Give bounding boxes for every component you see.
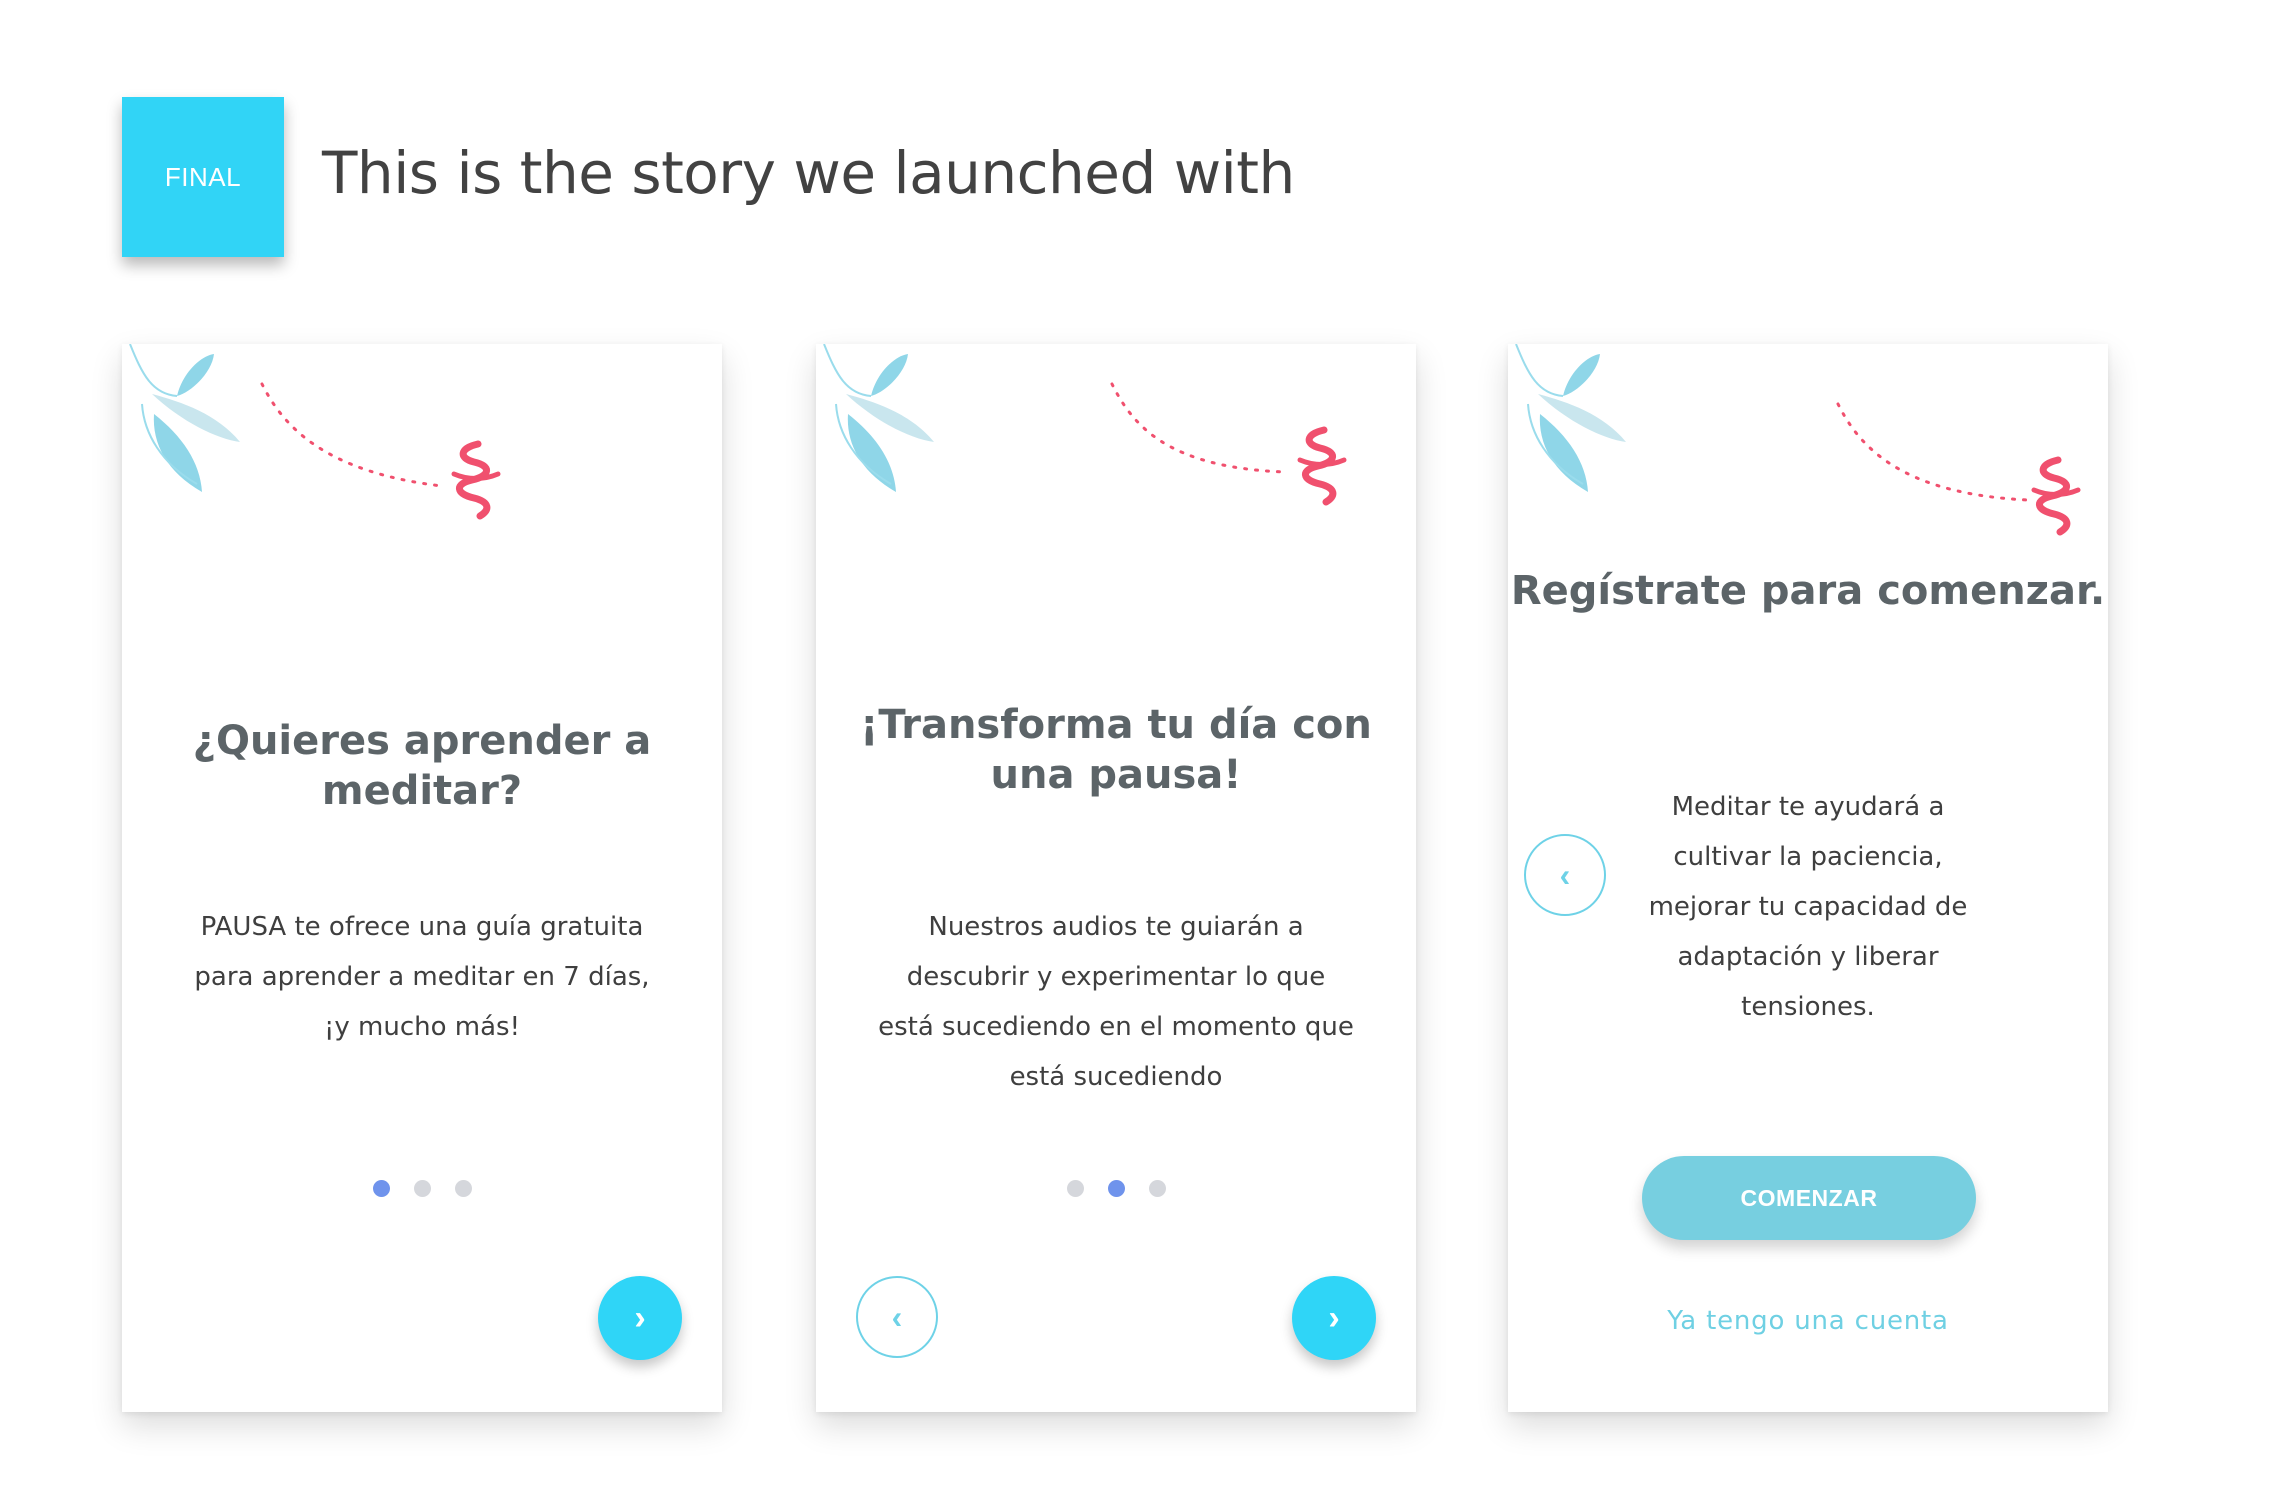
page-dot-3[interactable] — [454, 1180, 472, 1197]
next-button[interactable]: › — [598, 1276, 682, 1360]
login-link[interactable]: Ya tengo una cuenta — [1508, 1306, 2108, 1336]
back-button[interactable]: ‹ — [1524, 834, 1606, 916]
onboarding-card-1: ¿Quieres aprender a meditar? PAUSA te of… — [122, 344, 722, 1412]
page-indicator — [122, 1180, 722, 1197]
page-dot-3[interactable] — [1148, 1180, 1166, 1197]
card-description: PAUSA te ofrece una guía gratuita para a… — [194, 912, 650, 1042]
pausa-logo-icon — [1297, 426, 1347, 506]
card-description: Meditar te ayudará a cultivar la pacienc… — [1648, 792, 1968, 1022]
card-title: Regístrate para comenzar. — [1510, 568, 2106, 614]
card-title: ¿Quieres aprender a meditar? — [192, 718, 652, 814]
onboarding-card-3: Regístrate para comenzar. Meditar te ayu… — [1508, 344, 2108, 1412]
chevron-right-icon: › — [1328, 1298, 1340, 1337]
pausa-logo-icon — [451, 440, 501, 520]
page-dot-1[interactable] — [372, 1180, 390, 1197]
final-badge-label: FINAL — [164, 161, 242, 192]
chevron-left-icon: ‹ — [1559, 856, 1571, 893]
page-dot-1[interactable] — [1066, 1180, 1084, 1197]
page-dot-2[interactable] — [413, 1180, 431, 1197]
chevron-right-icon: › — [634, 1298, 646, 1337]
chevron-left-icon: ‹ — [891, 1298, 903, 1335]
card-description: Nuestros audios te guiarán a descubrir y… — [878, 912, 1354, 1092]
pausa-logo-icon — [2031, 456, 2081, 536]
onboarding-card-2: ¡Transforma tu día con una pausa! Nuestr… — [816, 344, 1416, 1412]
next-button[interactable]: › — [1292, 1276, 1376, 1360]
back-button[interactable]: ‹ — [856, 1276, 938, 1358]
leaf-decoration-icon — [1515, 344, 2030, 502]
comenzar-button[interactable]: COMENZAR — [1642, 1156, 1976, 1240]
final-badge: FINAL — [122, 97, 284, 257]
page-indicator — [816, 1180, 1416, 1197]
card-title: ¡Transforma tu día con una pausa! — [860, 702, 1372, 798]
leaf-decoration-icon — [129, 344, 444, 492]
page-title: This is the story we launched with — [322, 139, 1295, 207]
page-dot-2[interactable] — [1107, 1180, 1125, 1197]
